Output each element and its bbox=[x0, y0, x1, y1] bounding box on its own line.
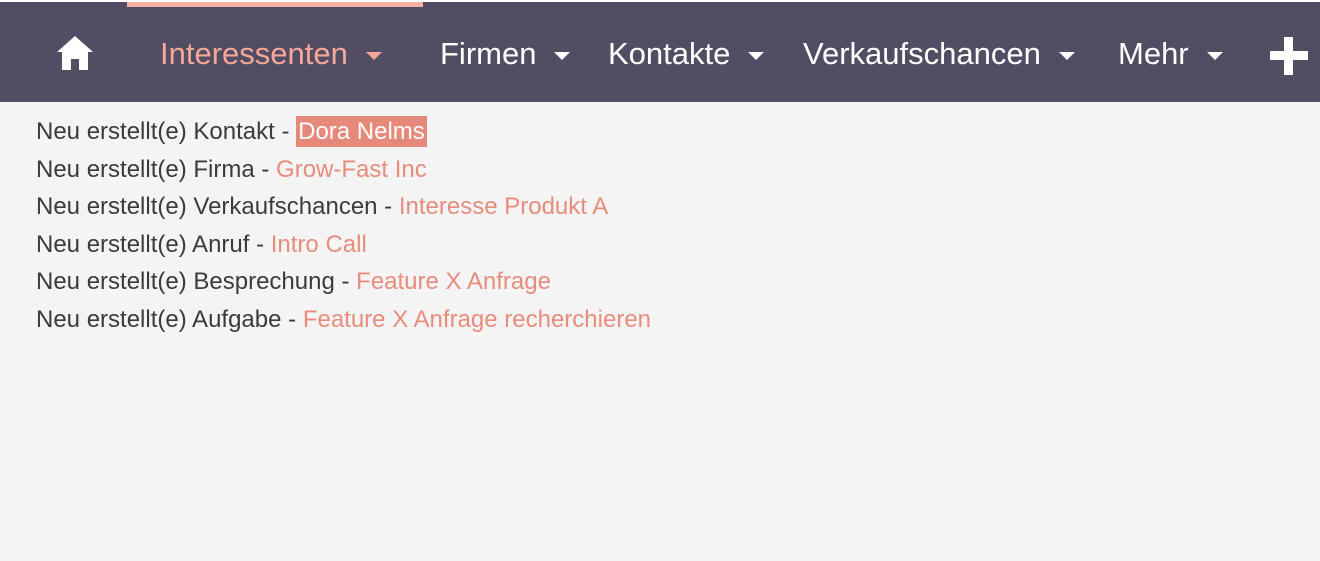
list-item: Neu erstellt(e) Anruf - Intro Call bbox=[36, 226, 1236, 264]
record-type-label: Neu erstellt(e) Firma - bbox=[36, 155, 277, 183]
active-tab-indicator bbox=[127, 2, 423, 7]
nav-item-label: Verkaufschancen bbox=[803, 36, 1041, 71]
nav-item-mehr[interactable]: Mehr bbox=[1118, 32, 1223, 76]
record-link-contact[interactable]: Dora Nelms bbox=[296, 116, 427, 147]
nav-item-kontakte[interactable]: Kontakte bbox=[608, 32, 765, 76]
record-link-opportunity[interactable]: Interesse Produkt A bbox=[399, 193, 608, 220]
chevron-down-icon bbox=[365, 52, 382, 60]
record-type-label: Neu erstellt(e) Verkaufschancen - bbox=[36, 193, 399, 220]
record-link-account[interactable]: Grow-Fast Inc bbox=[276, 156, 427, 183]
chevron-down-icon bbox=[748, 52, 765, 60]
record-type-label: Neu erstellt(e) Besprechung - bbox=[36, 268, 357, 295]
chevron-down-icon bbox=[1206, 52, 1223, 60]
nav-item-label: Interessenten bbox=[160, 36, 348, 71]
chevron-down-icon bbox=[1058, 52, 1075, 60]
record-link-meeting[interactable]: Feature X Anfrage bbox=[356, 268, 551, 295]
created-records-list: Neu erstellt(e) Kontakt - Dora Nelms Neu… bbox=[36, 113, 1236, 338]
add-button[interactable] bbox=[1268, 35, 1310, 77]
record-type-label: Neu erstellt(e) Aufgabe - bbox=[36, 305, 303, 333]
list-item: Neu erstellt(e) Aufgabe - Feature X Anfr… bbox=[36, 301, 1236, 339]
top-navigation-bar: Interessenten Firmen Kontakte Verkaufsch… bbox=[0, 0, 1320, 102]
nav-item-interessenten[interactable]: Interessenten bbox=[160, 32, 382, 76]
nav-item-label: Kontakte bbox=[608, 36, 731, 71]
record-link-call[interactable]: Intro Call bbox=[271, 231, 367, 258]
record-link-task[interactable]: Feature X Anfrage recherchieren bbox=[303, 306, 651, 333]
record-type-label: Neu erstellt(e) Anruf - bbox=[36, 230, 271, 258]
nav-item-firmen[interactable]: Firmen bbox=[440, 32, 571, 76]
home-icon bbox=[57, 36, 93, 70]
chevron-down-icon bbox=[554, 52, 571, 60]
nav-item-label: Mehr bbox=[1118, 36, 1189, 71]
list-item: Neu erstellt(e) Besprechung - Feature X … bbox=[36, 263, 1236, 301]
record-type-label: Neu erstellt(e) Kontakt - bbox=[36, 118, 297, 145]
home-button[interactable] bbox=[52, 30, 98, 76]
list-item: Neu erstellt(e) Kontakt - Dora Nelms bbox=[36, 113, 1236, 151]
nav-item-label: Firmen bbox=[440, 36, 537, 71]
list-item: Neu erstellt(e) Firma - Grow-Fast Inc bbox=[36, 151, 1236, 189]
list-item: Neu erstellt(e) Verkaufschancen - Intere… bbox=[36, 188, 1236, 226]
nav-item-verkaufschancen[interactable]: Verkaufschancen bbox=[803, 32, 1075, 76]
